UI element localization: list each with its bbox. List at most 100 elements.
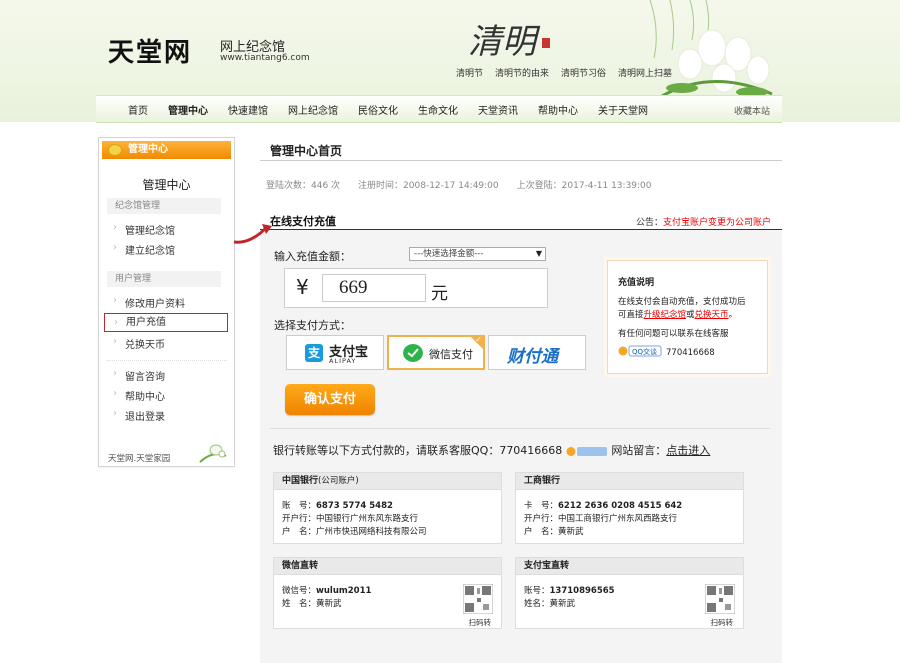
info-text: 可直接 bbox=[618, 310, 644, 320]
card-row: 开户行：中国工商银行广州东风西路支行 bbox=[524, 512, 677, 524]
check-icon: ✓ bbox=[475, 335, 482, 344]
card-boc: 中国银行(公司账户) 账 号：6873 5774 5482 开户行：中国银行广州… bbox=[273, 472, 502, 544]
card-row-label: 户 名： bbox=[524, 527, 559, 537]
card-row-value: 6212 2636 0208 4515 642 bbox=[558, 501, 683, 511]
qq-chat-button[interactable]: QQ交谈 bbox=[618, 345, 662, 357]
nav-quick-build[interactable]: 快速建馆 bbox=[228, 102, 268, 117]
card-row: 微信号：wulum2011 bbox=[282, 584, 371, 596]
sidebar-header: 管理中心 bbox=[102, 141, 231, 159]
pay-method-wechat[interactable]: 微信支付 ✓ bbox=[387, 335, 485, 370]
wechat-icon bbox=[403, 344, 423, 362]
sidebar-header-label: 管理中心 bbox=[128, 144, 168, 155]
card-row-label: 开户行： bbox=[524, 514, 559, 524]
qm-link[interactable]: 清明节 bbox=[456, 66, 483, 79]
amount-label: 输入充值金额： bbox=[274, 250, 351, 263]
card-row-value: 黄新武 bbox=[316, 599, 342, 609]
login-stats: 登陆次数：446 次 注册时间：2008-12-17 14:49:00 上次登陆… bbox=[266, 178, 652, 191]
curved-arrow-icon bbox=[233, 224, 272, 244]
sidebar-footer: 天堂网.天堂家园 bbox=[108, 454, 171, 464]
qr-code-icon[interactable] bbox=[463, 584, 493, 614]
bookmark-link[interactable]: 收藏本站 bbox=[734, 104, 770, 117]
card-row-value: 中国银行广州东风东路支行 bbox=[316, 514, 419, 524]
card-title-note: (公司账户) bbox=[318, 476, 359, 486]
qingming-seal bbox=[542, 38, 550, 48]
info-line-3: 有任何问题可以联系在线客服 bbox=[618, 329, 729, 339]
nav-memorial[interactable]: 网上纪念馆 bbox=[288, 102, 338, 117]
scan-label: 扫码转 bbox=[468, 618, 492, 627]
card-row-value: wulum2011 bbox=[316, 586, 372, 596]
card-row: 开户行：中国银行广州东风东路支行 bbox=[282, 512, 418, 524]
sidebar-item-exchange-coins[interactable]: 兑换天币 bbox=[109, 336, 165, 351]
card-row-value: 黄新武 bbox=[549, 599, 576, 609]
message-link[interactable]: 点击进入 bbox=[666, 444, 710, 457]
flower-decoration-icon bbox=[199, 444, 227, 463]
card-row: 户 名：广州市快迅网络科技有限公司 bbox=[282, 525, 427, 537]
qm-link[interactable]: 清明节的由来 bbox=[495, 66, 549, 79]
card-row-label: 开户行： bbox=[282, 514, 317, 524]
title-divider bbox=[260, 160, 782, 161]
alipay-icon: 支 bbox=[305, 344, 323, 362]
sidebar-item-recharge[interactable]: 用户充值 bbox=[104, 313, 228, 332]
notice-link[interactable]: 支付宝账户变更为公司账户 bbox=[663, 218, 771, 228]
confirm-pay-button[interactable]: 确认支付 bbox=[285, 384, 375, 415]
main-nav: 首页 管理中心 快速建馆 网上纪念馆 民俗文化 生命文化 天堂资讯 帮助中心 关… bbox=[96, 95, 782, 123]
amount-input[interactable]: 669 bbox=[322, 274, 426, 302]
card-row: 姓名：黄新武 bbox=[524, 597, 575, 609]
sidebar-group-memorial: 纪念馆管理 bbox=[107, 198, 221, 214]
card-title-text: 中国银行 bbox=[282, 476, 319, 486]
card-row-label: 姓名： bbox=[524, 599, 550, 609]
sidebar-item-edit-profile[interactable]: 修改用户资料 bbox=[109, 295, 185, 310]
qingming-title: 清明 bbox=[468, 22, 536, 62]
pay-method-tenpay[interactable]: 财付通 bbox=[488, 335, 586, 370]
card-title: 支付宝直转 bbox=[516, 558, 743, 575]
sidebar-item-logout[interactable]: 退出登录 bbox=[109, 408, 165, 423]
nav-about[interactable]: 关于天堂网 bbox=[598, 102, 648, 117]
card-row-label: 姓 名： bbox=[282, 599, 317, 609]
dropdown-arrow-icon: ▼ bbox=[535, 249, 542, 258]
site-logo[interactable]: 天堂网 bbox=[108, 32, 192, 69]
white-flowers-decoration bbox=[661, 29, 773, 98]
exchange-coins-link[interactable]: 兑换天币 bbox=[695, 310, 729, 320]
pay-method-alipay[interactable]: 支 支付宝 ALIPAY bbox=[286, 335, 384, 370]
card-row-label: 卡 号： bbox=[524, 501, 559, 511]
bank-transfer-line: 银行转账等以下方式付款的，请联系客服QQ：770416668 网站留言：点击进入 bbox=[273, 442, 710, 458]
qm-link[interactable]: 清明节习俗 bbox=[561, 66, 606, 79]
nav-news[interactable]: 天堂资讯 bbox=[478, 102, 518, 117]
nav-life[interactable]: 生命文化 bbox=[418, 102, 458, 117]
amount-select[interactable]: ---快速选择金额--- ▼ bbox=[409, 247, 546, 261]
nav-help[interactable]: 帮助中心 bbox=[538, 102, 578, 117]
upgrade-memorial-link[interactable]: 升级纪念馆 bbox=[644, 310, 687, 320]
last-login: 上次登陆：2017-4-11 13:39:00 bbox=[516, 181, 652, 191]
info-text: 或 bbox=[686, 310, 695, 320]
sidebar-item-help[interactable]: 帮助中心 bbox=[109, 388, 165, 403]
site-logo-url: www.tiantang6.com bbox=[220, 53, 310, 63]
sidebar: 管理中心 管理中心 纪念馆管理 管理纪念馆 建立纪念馆 用户管理 修改用户资料 … bbox=[98, 137, 235, 467]
card-row-label: 账 号： bbox=[282, 501, 317, 511]
sidebar-divider bbox=[107, 360, 227, 361]
message-label: 网站留言： bbox=[611, 444, 667, 457]
info-text: 。 bbox=[728, 310, 738, 320]
nav-home[interactable]: 首页 bbox=[128, 102, 148, 117]
info-title: 充值说明 bbox=[618, 278, 655, 288]
sidebar-item-create-memorial[interactable]: 建立纪念馆 bbox=[109, 242, 175, 257]
info-line-1: 在线支付会自动充值，支付成功后 bbox=[618, 297, 746, 307]
nav-folk[interactable]: 民俗文化 bbox=[358, 102, 398, 117]
card-row: 姓 名：黄新武 bbox=[282, 597, 342, 609]
qq-number: 770416668 bbox=[666, 348, 715, 358]
amount-select-value: ---快速选择金额--- bbox=[414, 249, 484, 259]
card-alipay: 支付宝直转 账号：13710896565 姓名：黄新武 扫码转 bbox=[515, 557, 744, 629]
pay-section-title: 在线支付充值 bbox=[270, 215, 336, 228]
nav-management[interactable]: 管理中心 bbox=[168, 102, 208, 117]
qingming-links: 清明节 清明节的由来 清明节习俗 清明网上扫墓 bbox=[456, 66, 672, 79]
card-row: 卡 号：6212 2636 0208 4515 642 bbox=[524, 499, 682, 511]
qr-code-icon[interactable] bbox=[705, 584, 735, 614]
qq-badge-label: QQ交谈 bbox=[632, 347, 657, 356]
bank-transfer-text: 银行转账等以下方式付款的，请联系客服QQ：770416668 bbox=[273, 444, 563, 457]
wechat-label: 微信支付 bbox=[429, 348, 473, 361]
yen-symbol: ¥ bbox=[296, 275, 309, 299]
card-title: 中国银行(公司账户) bbox=[274, 473, 501, 490]
sidebar-item-message[interactable]: 留言咨询 bbox=[109, 368, 165, 383]
card-title: 工商银行 bbox=[516, 473, 743, 490]
qq-chat-icon[interactable] bbox=[566, 446, 608, 457]
sidebar-item-manage-memorial[interactable]: 管理纪念馆 bbox=[109, 222, 175, 237]
